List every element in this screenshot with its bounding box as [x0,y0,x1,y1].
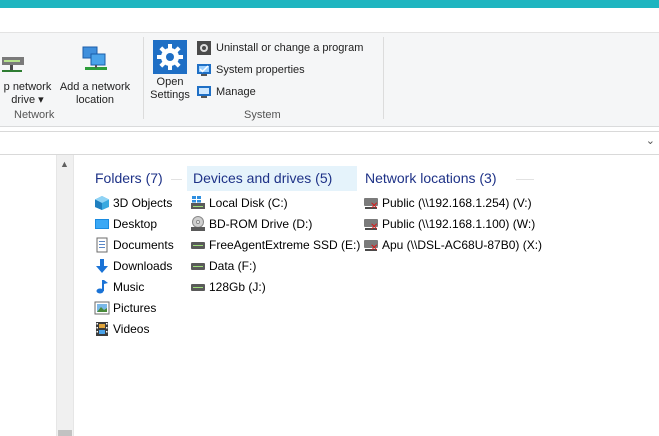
folder-videos[interactable]: Videos [94,319,149,339]
add-network-location-label-1: Add a network [59,81,131,93]
drive-label: 128Gb (J:) [209,280,266,294]
program-icon [196,40,212,56]
folder-label: Videos [113,322,150,336]
folder-downloads[interactable]: Downloads [94,256,172,276]
drive-label: BD-ROM Drive (D:) [209,217,313,231]
group-separator-right [383,37,384,119]
disconnected-network-drive-icon: ✕ [363,216,379,233]
add-network-location-label-2: location [76,94,114,106]
network-group-label: Network [14,109,55,121]
folder-documents[interactable]: Documents [94,235,174,255]
map-network-drive-label-2: drive ▾ [11,94,44,106]
network-header-line [516,179,534,180]
folder-pictures[interactable]: Pictures [94,298,156,318]
optical-drive-icon [190,216,206,232]
folder-label: Documents [113,238,174,252]
film-strip-icon [94,321,110,337]
system-group-label: System [244,109,281,121]
pictures-icon [94,300,110,316]
hard-drive-icon [190,237,206,253]
cube-icon [94,195,110,211]
drive-label: Local Disk (C:) [209,196,288,210]
manage-computer-icon [196,84,212,100]
hard-drive-icon [190,258,206,274]
network-location-icon [82,46,107,70]
manage-button[interactable]: Manage [196,83,256,101]
network-location-label: Public (\\192.168.1.254) (V:) [382,196,532,210]
drive-bd-rom-d[interactable]: BD-ROM Drive (D:) [190,214,312,234]
chevron-down-icon[interactable]: ⌄ [646,134,655,147]
folders-header-line [171,179,182,180]
system-properties-button[interactable]: System properties [196,61,305,79]
system-properties-icon [196,62,212,78]
download-arrow-icon [94,258,110,274]
music-note-icon [94,279,110,295]
network-location-label: Public (\\192.168.1.100) (W:) [382,217,536,231]
open-settings-button[interactable]: Open Settings [146,40,194,102]
drive-label: FreeAgentExtreme SSD (E:) [209,238,361,252]
drive-data-f[interactable]: Data (F:) [190,256,256,276]
folder-label: Music [113,280,145,294]
drive-128gb-j[interactable]: 128Gb (J:) [190,277,266,297]
folder-3d-objects[interactable]: 3D Objects [94,193,172,213]
devices-header[interactable]: Devices and drives (5) [187,166,357,191]
open-settings-label-2: Settings [150,89,190,101]
map-network-drive-label-1: p network [3,81,52,93]
system-properties-label: System properties [216,64,305,76]
disconnected-network-drive-icon: ✕ [363,237,379,254]
open-settings-label-1: Open [156,76,184,88]
disconnected-network-drive-icon: ✕ [363,195,379,212]
folder-label: 3D Objects [113,196,173,210]
desktop-icon [94,216,110,232]
network-drive-icon [2,57,24,72]
document-icon [94,237,110,253]
ribbon: p network drive ▾ Add a network location… [0,32,659,127]
uninstall-program-button[interactable]: Uninstall or change a program [196,39,363,57]
address-bar[interactable]: ⌄ [0,131,659,155]
folder-desktop[interactable]: Desktop [94,214,157,234]
drive-freeagent-e[interactable]: FreeAgentExtreme SSD (E:) [190,235,360,255]
navigation-pane[interactable] [0,155,56,436]
network-location-label: Apu (\\DSL-AC68U-87B0) (X:) [382,238,543,252]
drive-local-disk-c[interactable]: Local Disk (C:) [190,193,288,213]
hard-drive-icon [190,279,206,295]
folder-label: Pictures [113,301,157,315]
scroll-up-arrow-icon[interactable]: ▲ [60,159,69,169]
scroll-thumb[interactable] [58,430,72,436]
windows-drive-icon [190,195,206,211]
network-location-v[interactable]: ✕ Public (\\192.168.1.254) (V:) [363,193,532,213]
manage-label: Manage [216,86,256,98]
drive-label: Data (F:) [209,259,257,273]
ribbon-tabs-strip [0,8,659,32]
network-location-x[interactable]: ✕ Apu (\\DSL-AC68U-87B0) (X:) [363,235,542,255]
group-separator [143,37,144,119]
window-title-bar [0,0,659,8]
network-locations-header[interactable]: Network locations (3) [359,166,503,191]
folders-header[interactable]: Folders (7) [89,166,169,191]
folder-label: Desktop [113,217,158,231]
folder-label: Downloads [113,259,173,273]
network-location-w[interactable]: ✕ Public (\\192.168.1.100) (W:) [363,214,535,234]
map-network-drive-button[interactable]: p network drive ▾ [0,45,55,107]
folder-music[interactable]: Music [94,277,144,297]
add-network-location-button[interactable]: Add a network location [55,45,135,107]
uninstall-label: Uninstall or change a program [216,42,364,54]
navigation-pane-scrollbar[interactable]: ▲ [56,155,74,436]
gear-icon [153,40,187,74]
